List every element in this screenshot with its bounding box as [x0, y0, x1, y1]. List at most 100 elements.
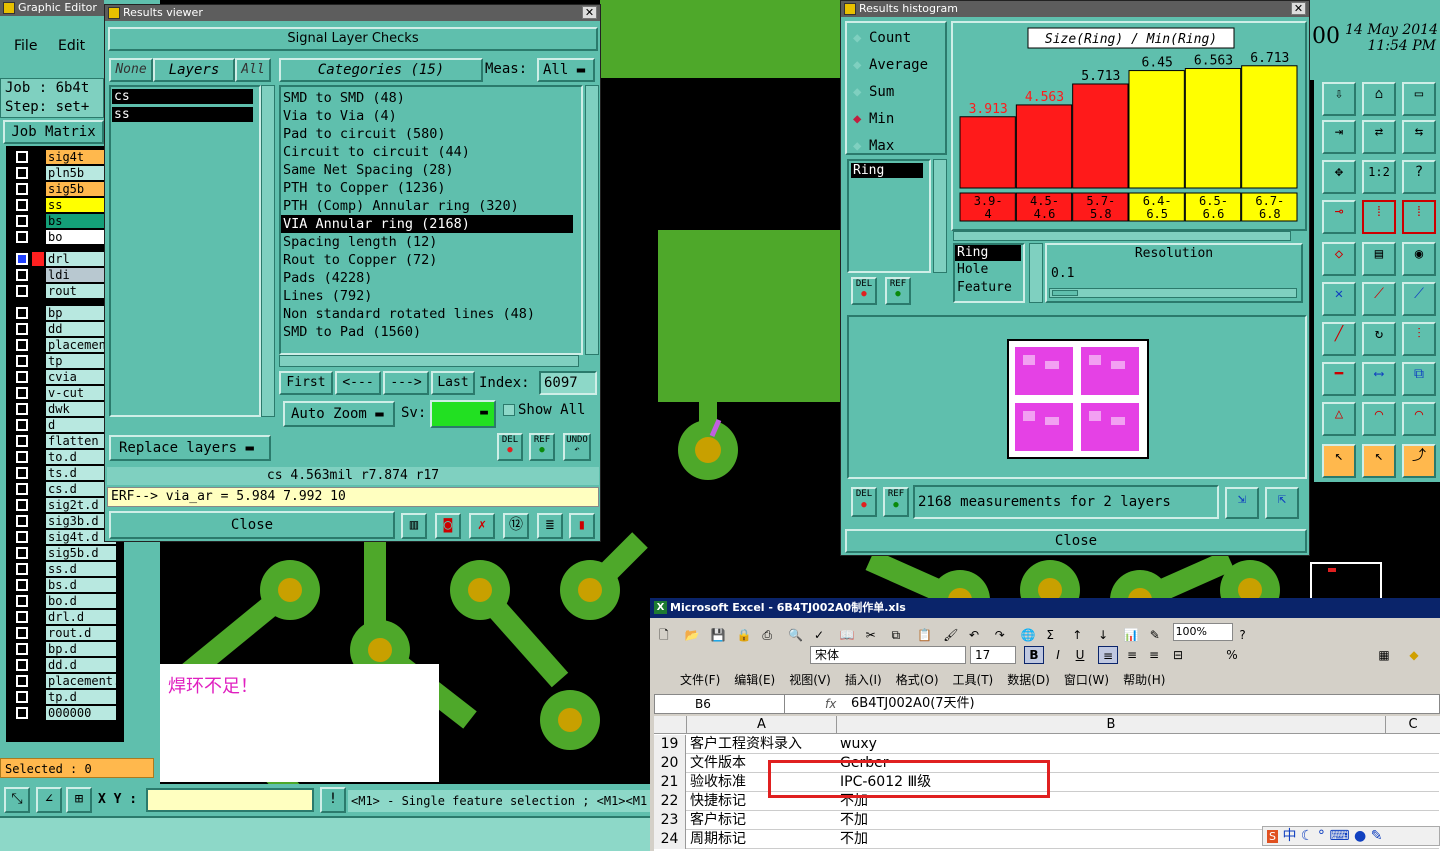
layer-checkbox[interactable]: [16, 643, 28, 655]
none-button[interactable]: None: [109, 58, 153, 82]
row-number[interactable]: 21: [654, 773, 686, 792]
menu-edit[interactable]: Edit: [58, 38, 85, 54]
arch-2-icon[interactable]: ⌒: [1402, 402, 1436, 436]
menu-file[interactable]: File: [14, 38, 37, 54]
redo-icon[interactable]: ↷: [995, 624, 1011, 642]
zoom-box[interactable]: 100%: [1172, 622, 1233, 641]
layer-row[interactable]: bp.d: [14, 642, 128, 656]
layer-row[interactable]: ss.d: [14, 562, 128, 576]
layer-color-swatch[interactable]: [32, 674, 44, 688]
dash-line-icon[interactable]: ━: [1322, 362, 1356, 396]
excel-menu-item[interactable]: 窗口(W): [1064, 670, 1109, 690]
field-list[interactable]: Ring Hole Feature: [953, 243, 1025, 303]
layer-checkbox[interactable]: [16, 547, 28, 559]
layer-checkbox[interactable]: [16, 403, 28, 415]
layer-checkbox[interactable]: [16, 151, 28, 163]
permission-icon[interactable]: 🔒: [736, 624, 752, 642]
layer-color-swatch[interactable]: [32, 322, 44, 336]
line-point-2-icon[interactable]: ⟋: [1402, 282, 1436, 316]
pad-icon[interactable]: ◉: [1402, 242, 1436, 276]
categories-hscrollbar[interactable]: [279, 355, 579, 367]
radio-diamond-icon[interactable]: ◆: [853, 29, 869, 47]
field-item-ring[interactable]: Ring: [955, 245, 1021, 261]
excel-menu-item[interactable]: 数据(D): [1007, 670, 1050, 690]
layer-checkbox[interactable]: [16, 285, 28, 297]
shapes-icon[interactable]: ⧉: [1402, 362, 1436, 396]
histogram-bar[interactable]: [1241, 65, 1298, 189]
cell-a[interactable]: 周期标记: [690, 830, 838, 849]
layer-color-swatch[interactable]: [32, 306, 44, 320]
histogram-bar[interactable]: [1015, 104, 1073, 189]
format-painter-icon[interactable]: 🖌: [943, 624, 959, 642]
layer-row[interactable]: bo.d: [14, 594, 128, 608]
layer-color-swatch[interactable]: [32, 594, 44, 608]
layer-row[interactable]: dd.d: [14, 658, 128, 672]
cell-a[interactable]: 客户标记: [690, 811, 838, 830]
layer-row[interactable]: tp.d: [14, 690, 128, 704]
row-number[interactable]: 24: [654, 830, 686, 849]
hyperlink-icon[interactable]: 🌐: [1021, 624, 1037, 642]
layer-checkbox[interactable]: [16, 269, 28, 281]
print-icon[interactable]: ⎙: [762, 624, 778, 642]
hist-ref-button-top[interactable]: REF ●: [885, 277, 911, 305]
histogram-bar[interactable]: [1128, 70, 1185, 189]
open-icon[interactable]: 📂: [685, 624, 701, 642]
histogram-hscrollbar[interactable]: [953, 231, 1291, 241]
layer-checkbox[interactable]: [16, 451, 28, 463]
sort-desc-icon[interactable]: ↓: [1098, 624, 1114, 642]
layer-checkbox[interactable]: [16, 499, 28, 511]
ruler-icon[interactable]: ▤: [1362, 242, 1396, 276]
histogram-close-button[interactable]: Close: [845, 529, 1307, 553]
excel-menu-item[interactable]: 编辑(E): [734, 670, 775, 690]
radio-diamond-icon[interactable]: ◆: [853, 137, 869, 155]
first-button[interactable]: First: [279, 371, 333, 395]
layer-checkbox[interactable]: [16, 515, 28, 527]
report-icon[interactable]: ▥: [401, 513, 427, 539]
resolution-slider-thumb[interactable]: [1052, 290, 1078, 296]
window-frame-icon[interactable]: ▭: [1402, 82, 1436, 116]
undo-icon[interactable]: ↶: [969, 624, 985, 642]
meas-dropdown[interactable]: All ▬: [537, 58, 595, 82]
align-center-icon[interactable]: ≡: [1122, 646, 1142, 664]
layer-checkbox[interactable]: [16, 183, 28, 195]
replace-layers-dropdown[interactable]: Replace layers ▬: [109, 435, 271, 461]
stat-option-average[interactable]: ◆ Average: [853, 56, 928, 74]
layers-list[interactable]: cs ss: [109, 85, 261, 417]
last-button[interactable]: Last: [431, 371, 475, 395]
align-left-icon[interactable]: ≡: [1098, 646, 1118, 664]
auto-zoom-dropdown[interactable]: Auto Zoom ▬: [283, 401, 395, 427]
measure-icon[interactable]: ∠: [36, 787, 62, 813]
all-layers-button[interactable]: All: [235, 58, 271, 82]
histogram-bar[interactable]: [1184, 68, 1242, 189]
radio-diamond-icon[interactable]: ◆: [853, 83, 869, 101]
layer-color-swatch[interactable]: [32, 578, 44, 592]
triangle-icon[interactable]: △: [1322, 402, 1356, 436]
layer-checkbox[interactable]: [16, 467, 28, 479]
layer-color-swatch[interactable]: [32, 642, 44, 656]
ring-list-scrollbar[interactable]: [933, 159, 947, 273]
merge-icon[interactable]: ⊟: [1168, 646, 1188, 664]
excel-menu-item[interactable]: 插入(I): [845, 670, 882, 690]
scale-1-2-icon[interactable]: 1:2: [1362, 160, 1396, 194]
close-icon[interactable]: ✕: [582, 6, 597, 19]
arc-icon[interactable]: ↻: [1362, 322, 1396, 356]
layer-checkbox[interactable]: [16, 215, 28, 227]
layer-checkbox[interactable]: [16, 627, 28, 639]
home-icon[interactable]: ⌂: [1362, 82, 1396, 116]
show-all-checkbox[interactable]: [503, 404, 515, 416]
layer-color-swatch[interactable]: [32, 198, 44, 212]
field-item-feature[interactable]: Feature: [955, 279, 1023, 297]
layer-color-swatch[interactable]: [32, 626, 44, 640]
layer-color-swatch[interactable]: [32, 166, 44, 180]
layer-row[interactable]: sig5b.d: [14, 546, 128, 560]
layer-color-swatch[interactable]: [32, 182, 44, 196]
drawing-icon[interactable]: ✎: [1150, 624, 1166, 642]
spelling-icon[interactable]: ✓: [814, 624, 830, 642]
category-item[interactable]: SMD to SMD (48): [281, 89, 581, 107]
layer-checkbox[interactable]: [16, 323, 28, 335]
viewer-close-button[interactable]: Close: [109, 511, 395, 539]
layer-color-swatch[interactable]: [32, 150, 44, 164]
align-right-icon[interactable]: ≡: [1144, 646, 1164, 664]
line-icon[interactable]: ╱: [1322, 322, 1356, 356]
layer-checkbox[interactable]: [16, 435, 28, 447]
